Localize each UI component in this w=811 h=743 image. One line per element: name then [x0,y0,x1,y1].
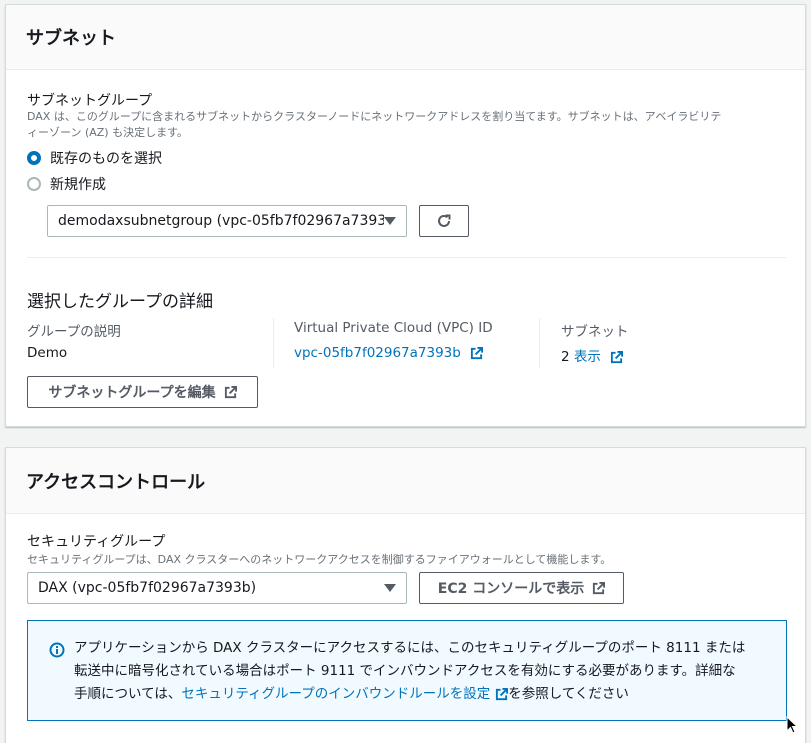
subnet-group-label: サブネットグループ [27,93,153,109]
refresh-icon [438,214,451,227]
security-group-description: セキュリティグループは、DAX クラスターへのネットワークアクセスを制御するファ… [27,553,612,566]
radio-unselected-icon[interactable] [27,177,41,191]
details-column-divider-1 [273,318,274,368]
edit-subnet-group-button[interactable]: サブネットグループを編集 [27,376,258,408]
subnets-count: 2 [561,349,570,365]
security-group-select[interactable]: DAX (vpc-05fb7f02967a7393b) [27,572,407,604]
subnet-divider [27,257,786,258]
external-link-icon [611,350,624,363]
info-line-1: アプリケーションから DAX クラスターにアクセスするには、このセキュリティグル… [74,640,746,656]
vpc-id-label: Virtual Private Cloud (VPC) ID [294,320,493,336]
radio-option-existing[interactable]: 既存のものを選択 [27,148,162,168]
edit-subnet-group-button-label: サブネットグループを編集 [48,385,216,401]
details-heading: 選択したグループの詳細 [27,292,213,312]
radio-option-new[interactable]: 新規作成 [27,174,106,194]
mouse-cursor-icon [786,716,798,734]
ec2-console-button[interactable]: EC2 コンソールで表示 [419,572,624,604]
access-control-panel: アクセスコントロール セキュリティグループ セキュリティグループは、DAX クラ… [5,447,806,743]
subnets-label: サブネット [561,324,629,340]
info-alert-text: アプリケーションから DAX クラスターにアクセスするには、このセキュリティグル… [74,637,774,706]
caret-down-icon [384,217,396,225]
security-group-label: セキュリティグループ [27,534,166,550]
vpc-id-link-text[interactable]: vpc-05fb7f02967a7393b [294,345,461,361]
info-line-3: 手順については、セキュリティグループのインバウンドルールを設定 を参照してくださ… [74,683,774,706]
subnet-group-description-line1: DAX は、このグループに含まれるサブネットからクラスターノードにネットワークア… [27,110,722,123]
subnet-panel: サブネット サブネットグループ DAX は、このグループに含まれるサブネットから… [5,4,806,427]
subnets-value: 2 表示 [561,345,624,365]
subnet-group-description-line2: ィーゾーン (AZ) も決定します。 [27,126,188,139]
details-column-divider-2 [539,318,540,368]
external-link-icon [471,346,484,359]
radio-selected-icon[interactable] [27,151,41,165]
info-line-3-suffix: を参照してください [508,686,629,702]
external-link-icon [593,581,606,594]
info-line-2: 転送中に暗号化されている場合はポート 9111 でインバウンドアクセスを有効にす… [74,663,736,679]
access-panel-title: アクセスコントロール [26,471,206,493]
subnets-view-link[interactable]: 表示 [574,349,601,365]
inbound-rules-link[interactable]: セキュリティグループのインバウンドルールを設定 [181,686,490,702]
info-alert: アプリケーションから DAX クラスターにアクセスするには、このセキュリティグル… [27,620,787,721]
vpc-id-link[interactable]: vpc-05fb7f02967a7393b [294,345,484,361]
group-description-label: グループの説明 [27,324,121,340]
external-link-icon [496,687,509,700]
access-panel-header: アクセスコントロール [6,448,805,514]
radio-option-existing-label: 既存のものを選択 [50,151,162,167]
refresh-button[interactable] [419,205,469,237]
ec2-console-button-label: EC2 コンソールで表示 [437,581,585,597]
external-link-icon [224,385,237,398]
radio-option-new-label: 新規作成 [50,177,106,193]
security-group-select-value: DAX (vpc-05fb7f02967a7393b) [38,580,257,596]
subnet-panel-title: サブネット [26,28,116,49]
group-description-value: Demo [27,345,68,361]
info-line-3-prefix: 手順については、 [74,686,182,702]
subnet-group-select-value: demodaxsubnetgroup (vpc-05fb7f02967a7393… [58,213,384,229]
info-icon [49,642,65,658]
caret-down-icon [384,584,396,592]
subnet-panel-header: サブネット [6,5,805,70]
subnet-group-select[interactable]: demodaxsubnetgroup (vpc-05fb7f02967a7393… [47,205,407,237]
